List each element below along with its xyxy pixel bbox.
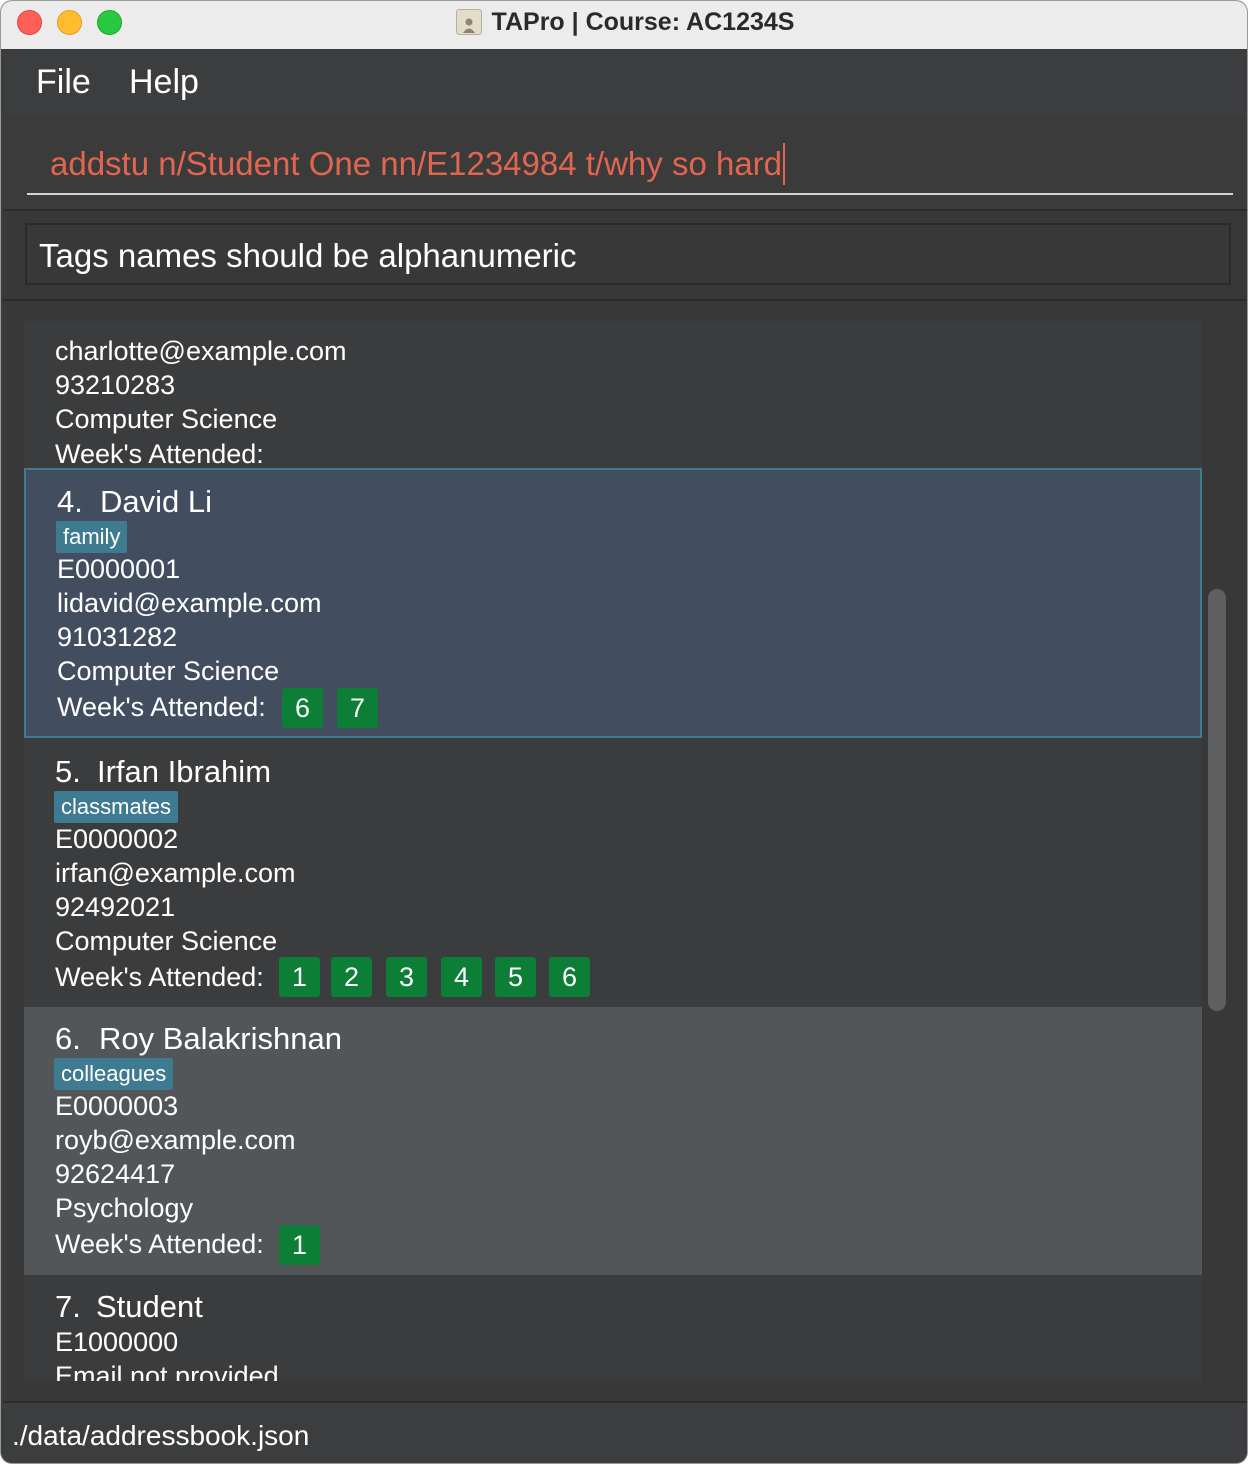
command-input[interactable]	[27, 135, 1233, 195]
week-badge: 1	[279, 1225, 320, 1265]
student-phone: 93210283	[55, 370, 176, 400]
student-tag: classmates	[54, 791, 179, 823]
week-badge: 7	[337, 688, 378, 728]
week-badge: 4	[441, 957, 482, 997]
weeks-attended-label: Week's Attended:	[57, 692, 266, 722]
week-badge: 1	[279, 957, 320, 997]
student-list[interactable]: charlotte@example.com 93210283 Computer …	[24, 321, 1202, 1381]
student-index: 7.	[55, 1289, 81, 1324]
student-tag: colleagues	[54, 1058, 174, 1090]
student-email: charlotte@example.com	[55, 336, 347, 366]
student-email: Email not provided	[55, 1361, 279, 1381]
app-window: TAPro | Course: AC1234S File Help Tags n…	[0, 0, 1248, 1464]
command-box	[3, 115, 1247, 211]
student-card[interactable]: 7. Student E1000000 Email not provided	[24, 1275, 1202, 1381]
list-scrollbar[interactable]	[1208, 589, 1226, 1011]
student-phone: 92624417	[55, 1159, 176, 1189]
student-major: Computer Science	[55, 926, 278, 956]
student-name: David Li	[100, 484, 212, 519]
weeks-attended-label: Week's Attended:	[55, 439, 264, 469]
student-nusnet-id: E1000000	[55, 1327, 179, 1357]
week-badge: 6	[549, 957, 590, 997]
data-file-path: ./data/addressbook.json	[12, 1420, 310, 1451]
result-display: Tags names should be alphanumeric	[3, 211, 1247, 303]
weeks-attended-label: Week's Attended:	[55, 1229, 264, 1259]
student-card[interactable]: 5. Irfan Ibrahim classmates E0000002 irf…	[24, 738, 1202, 1007]
week-badge: 6	[282, 688, 323, 728]
text-caret	[783, 143, 785, 185]
student-list-panel: charlotte@example.com 93210283 Computer …	[3, 301, 1247, 1401]
student-name: Student	[96, 1289, 203, 1324]
student-index: 4.	[57, 484, 83, 519]
student-phone: 91031282	[57, 622, 178, 652]
week-badge: 5	[495, 957, 536, 997]
menu-bar: File Help	[1, 49, 1247, 115]
title-bar: TAPro | Course: AC1234S	[1, 1, 1247, 50]
result-message: Tags names should be alphanumeric	[25, 223, 1231, 285]
student-nusnet-id: E0000001	[57, 554, 181, 584]
menu-help[interactable]: Help	[129, 63, 199, 102]
student-major: Psychology	[55, 1193, 194, 1223]
student-name: Roy Balakrishnan	[99, 1021, 342, 1056]
status-bar: ./data/addressbook.json	[3, 1401, 1247, 1463]
student-email: royb@example.com	[55, 1125, 296, 1155]
student-nusnet-id: E0000003	[55, 1091, 179, 1121]
menu-file[interactable]: File	[36, 63, 91, 102]
student-card[interactable]: 6. Roy Balakrishnan colleagues E0000003 …	[24, 1007, 1202, 1275]
student-nusnet-id: E0000002	[55, 824, 179, 854]
app-icon	[455, 9, 482, 35]
student-major: Computer Science	[55, 404, 278, 434]
window-title: TAPro | Course: AC1234S	[491, 7, 795, 36]
week-badge: 2	[331, 957, 372, 997]
student-name: Irfan Ibrahim	[97, 754, 272, 789]
weeks-attended-label: Week's Attended:	[55, 962, 264, 992]
student-index: 6.	[55, 1021, 81, 1056]
student-index: 5.	[55, 754, 81, 789]
student-card-selected[interactable]: 4. David Li family E0000001 lidavid@exam…	[24, 468, 1202, 738]
student-card[interactable]: charlotte@example.com 93210283 Computer …	[24, 321, 1202, 469]
week-badge: 3	[386, 957, 427, 997]
student-phone: 92492021	[55, 892, 176, 922]
student-tag: family	[56, 521, 128, 553]
student-email: lidavid@example.com	[57, 588, 322, 618]
student-major: Computer Science	[57, 656, 280, 686]
student-email: irfan@example.com	[55, 858, 296, 888]
